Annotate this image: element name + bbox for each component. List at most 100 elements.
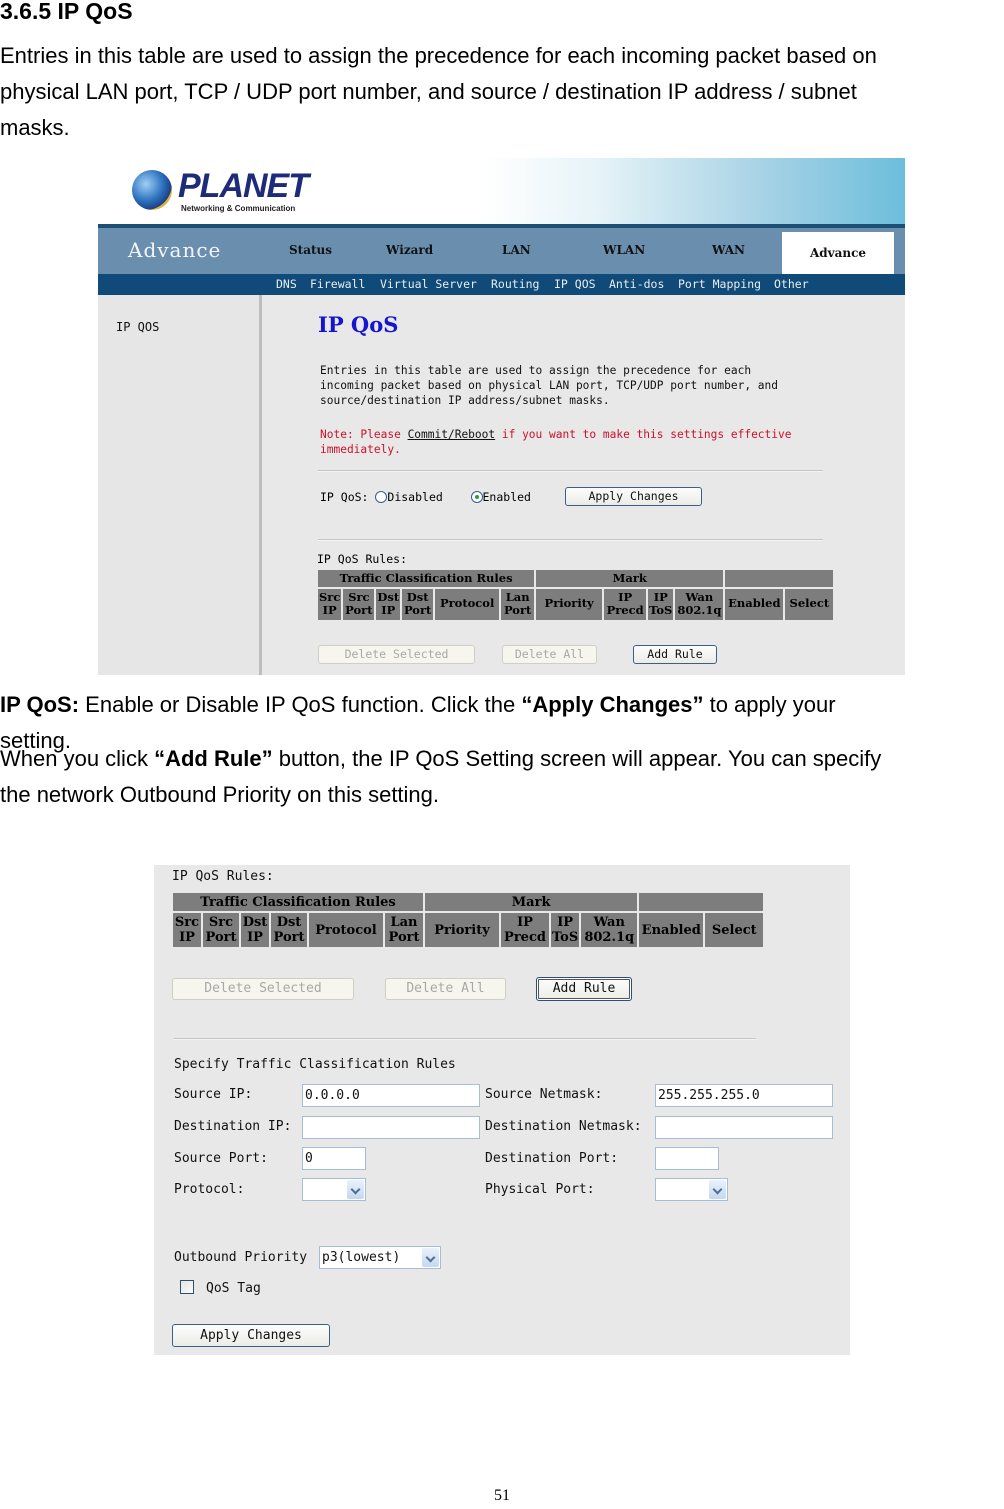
protocol-label: Protocol: (174, 1182, 245, 1197)
nav-advance[interactable]: Advance (782, 232, 894, 274)
nav-wlan[interactable]: WLAN (603, 243, 645, 257)
column-header-text: Port (503, 603, 532, 617)
subnav-ip-qos[interactable]: IP QOS (554, 277, 596, 291)
qos-rules-table: Traffic Classification Rules Mark Src IP Src… (171, 891, 765, 949)
column-header: Protocol (309, 913, 383, 947)
page-description: Entries in this table are used to assign… (320, 364, 779, 407)
section-brand: Advance (128, 238, 222, 262)
top-navigation: Advance Status Wizard LAN WLAN WAN Advan… (98, 224, 905, 274)
source-port-input[interactable]: 0 (302, 1147, 366, 1170)
divider (174, 1038, 756, 1040)
column-header: Lan Port (501, 588, 535, 620)
column-header: Src IP (318, 588, 342, 620)
outbound-priority-select[interactable]: p3(lowest) (319, 1246, 441, 1269)
subnav-other[interactable]: Other (774, 277, 809, 291)
subnav-virtual-server[interactable]: Virtual Server (380, 277, 477, 291)
subnav-anti-dos[interactable]: Anti-dos (609, 277, 664, 291)
add-rule-button[interactable]: Add Rule (633, 645, 717, 664)
rules-label: IP QoS Rules: (172, 869, 274, 884)
column-header: Wan 802.1q (581, 913, 638, 947)
delete-selected-button[interactable]: Delete Selected (172, 978, 354, 1000)
radio-disabled[interactable] (375, 491, 388, 503)
commit-reboot-link[interactable]: Commit/Reboot (408, 428, 496, 441)
column-header-text: IP (517, 915, 533, 930)
column-header-text: Select (789, 596, 830, 611)
intro-line-3: masks. (0, 115, 70, 140)
delete-all-button[interactable]: Delete All (385, 978, 506, 1000)
column-header-text: IP (179, 930, 195, 945)
column-header-text: Wan (685, 589, 714, 604)
add-rule-button[interactable]: Add Rule (536, 977, 632, 1001)
subnav-firewall[interactable]: Firewall (310, 277, 365, 291)
column-header-text: ToS (649, 603, 673, 617)
page-number: 51 (494, 1487, 510, 1504)
source-ip-label: Source IP: (174, 1087, 253, 1102)
qos-tag-checkbox[interactable] (180, 1280, 194, 1294)
section-heading: 3.6.5 IP QoS (0, 0, 133, 24)
intro-line-1: Entries in this table are used to assign… (0, 43, 877, 68)
column-header-text: Select (711, 922, 757, 938)
source-netmask-input[interactable]: 255.255.255.0 (655, 1084, 833, 1107)
radio-enabled-label: Enabled (482, 490, 531, 504)
sidebar: IP QOS (98, 295, 262, 675)
subnav-routing[interactable]: Routing (491, 277, 539, 291)
column-header: Priority (536, 588, 603, 620)
note-prefix: Note: Please (320, 428, 408, 441)
column-header: Priority (425, 913, 499, 947)
note-suffix: if you want to make this settings effect… (495, 428, 792, 441)
column-header: Select (785, 588, 834, 620)
column-header-text: Protocol (315, 922, 377, 938)
source-ip-input[interactable]: 0.0.0.0 (302, 1084, 480, 1107)
column-header-text: Dst (242, 915, 268, 930)
column-header: IP ToS (648, 588, 674, 620)
destination-ip-input[interactable] (302, 1116, 480, 1139)
term-apply-changes: “Apply Changes” (521, 692, 704, 717)
apply-changes-button[interactable]: Apply Changes (172, 1324, 330, 1347)
column-header-text: Precd (606, 603, 644, 617)
subnav-dns[interactable]: DNS (276, 277, 297, 291)
column-header: Src Port (343, 588, 375, 620)
section-title: Specify Traffic Classification Rules (174, 1057, 456, 1072)
apply-changes-button[interactable]: Apply Changes (565, 487, 702, 506)
nav-wizard[interactable]: Wizard (386, 243, 433, 257)
source-port-label: Source Port: (174, 1151, 268, 1166)
note-end: immediately. (320, 443, 401, 456)
column-header-text: Protocol (439, 596, 495, 611)
outbound-priority-value: p3(lowest) (322, 1250, 401, 1265)
column-header-text: Src (348, 589, 370, 604)
subnav-port-mapping[interactable]: Port Mapping (678, 277, 761, 291)
delete-selected-button[interactable]: Delete Selected (318, 645, 475, 664)
column-header: Enabled (725, 588, 784, 620)
column-header: Wan 802.1q (675, 588, 724, 620)
qos-tag-label: QoS Tag (206, 1281, 261, 1296)
column-header-text: Wan (593, 915, 625, 930)
destination-port-input[interactable] (655, 1147, 719, 1170)
sidebar-item-ip-qos[interactable]: IP QOS (116, 320, 159, 334)
term-ip-qos: IP QoS: (0, 692, 80, 717)
nav-status[interactable]: Status (289, 243, 332, 257)
group-mark-header: Mark (425, 893, 638, 911)
add-rule-paragraph-line-2: the network Outbound Priority on this se… (0, 782, 440, 807)
destination-netmask-input[interactable] (655, 1116, 833, 1139)
chevron-down-icon (422, 1248, 439, 1267)
column-header: Select (705, 913, 764, 947)
rules-label: IP QoS Rules: (317, 552, 408, 566)
ip-qos-toggle: IP QoS: Disabled Enabled (320, 490, 531, 504)
radio-enabled[interactable] (470, 491, 483, 503)
column-header-text: IP (247, 930, 263, 945)
physical-port-select[interactable] (655, 1178, 728, 1201)
text: to apply your (703, 692, 836, 717)
column-header-text: IP (381, 603, 396, 617)
nav-lan[interactable]: LAN (502, 243, 531, 257)
delete-all-button[interactable]: Delete All (502, 645, 597, 664)
column-header-text: Dst (406, 589, 429, 604)
destination-ip-label: Destination IP: (174, 1119, 292, 1134)
protocol-select[interactable] (302, 1178, 366, 1201)
logo-tagline: Networking & Communication (181, 204, 296, 213)
nav-wan[interactable]: WAN (712, 243, 745, 257)
column-header: Dst IP (241, 913, 269, 947)
add-rule-paragraph-line-1: When you click “Add Rule” button, the IP… (0, 741, 881, 777)
physical-port-label: Physical Port: (485, 1182, 595, 1197)
column-header: Src Port (203, 913, 239, 947)
qos-rules-table: Traffic Classification Rules Mark Src IP Src… (316, 568, 835, 622)
